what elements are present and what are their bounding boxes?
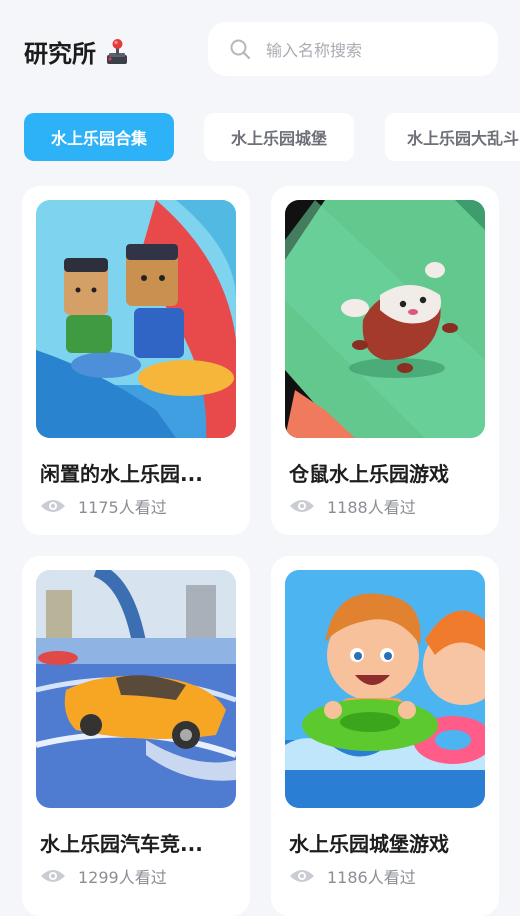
category-tabs: 水上乐园合集 水上乐园城堡 水上乐园大乱斗 xyxy=(24,113,520,161)
game-thumbnail xyxy=(285,570,485,808)
game-title: 水上乐园汽车竞... xyxy=(40,832,203,856)
view-count-text: 1186人看过 xyxy=(327,868,416,887)
game-card[interactable]: 闲置的水上乐园... 1175人看过 xyxy=(22,186,250,535)
game-card[interactable]: 水上乐园城堡游戏 1186人看过 xyxy=(271,556,499,916)
view-count-text: 1299人看过 xyxy=(78,868,167,887)
eye-icon xyxy=(290,500,314,512)
game-card[interactable]: 仓鼠水上乐园游戏 1188人看过 xyxy=(271,186,499,535)
page-title: 研究所 xyxy=(24,40,96,68)
view-count: 1188人看过 xyxy=(289,494,416,518)
game-card[interactable]: 水上乐园汽车竞... 1299人看过 xyxy=(22,556,250,916)
view-count: 1299人看过 xyxy=(40,864,167,888)
view-count: 1175人看过 xyxy=(40,494,167,518)
search-icon xyxy=(230,39,251,60)
eye-icon xyxy=(290,870,314,882)
search-placeholder: 输入名称搜索 xyxy=(266,41,363,60)
view-count-text: 1175人看过 xyxy=(78,498,167,517)
game-thumbnail xyxy=(36,570,236,808)
game-title: 水上乐园城堡游戏 xyxy=(289,832,449,856)
game-thumbnail xyxy=(36,200,236,438)
tab-water-park-collection[interactable]: 水上乐园合集 xyxy=(24,113,174,161)
eye-icon xyxy=(41,870,65,882)
tab-water-park-brawl[interactable]: 水上乐园大乱斗 xyxy=(385,113,520,161)
joystick-icon xyxy=(107,38,127,64)
eye-icon xyxy=(41,500,65,512)
tab-water-park-castle[interactable]: 水上乐园城堡 xyxy=(204,113,354,161)
view-count: 1186人看过 xyxy=(289,864,416,888)
view-count-text: 1188人看过 xyxy=(327,498,416,517)
header: 研究所 输入名称搜索 xyxy=(0,0,520,100)
game-title: 仓鼠水上乐园游戏 xyxy=(289,462,449,486)
game-thumbnail xyxy=(285,200,485,438)
game-title: 闲置的水上乐园... xyxy=(40,462,203,486)
search-input[interactable]: 输入名称搜索 xyxy=(208,22,498,76)
app-title: 研究所 xyxy=(24,34,130,69)
